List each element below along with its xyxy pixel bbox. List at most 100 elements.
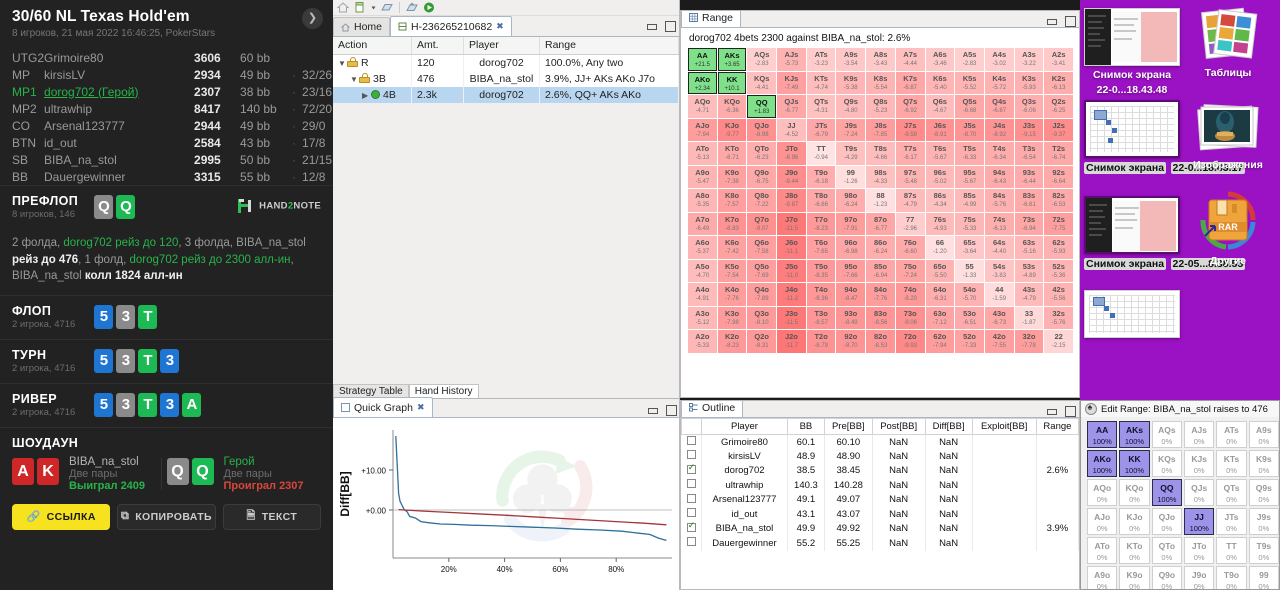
range-cell[interactable]: Q7s -6.92 bbox=[895, 95, 925, 118]
edit-range-cell[interactable]: AJs 0% bbox=[1184, 421, 1215, 448]
range-cell[interactable]: 64s -4.40 bbox=[984, 236, 1014, 259]
expand-toggle-icon[interactable]: ▼ bbox=[350, 75, 359, 84]
close-icon[interactable]: ✖ bbox=[417, 402, 425, 413]
range-cell[interactable]: 75s -5.33 bbox=[955, 212, 984, 235]
range-cell[interactable]: 85s -4.99 bbox=[955, 189, 984, 212]
table-row[interactable]: Arsenal123777 49.1 49.07 NaN NaN bbox=[681, 492, 1079, 507]
range-cell[interactable]: J9s -7.24 bbox=[836, 118, 866, 141]
edit-range-cell[interactable]: K9s 0% bbox=[1248, 450, 1279, 477]
table-row[interactable]: Dauergewinner 55.2 55.25 NaN NaN bbox=[681, 536, 1079, 551]
range-cell[interactable]: AKs +3.65 bbox=[717, 48, 747, 71]
row-checkbox[interactable] bbox=[686, 537, 696, 547]
range-cell[interactable]: J7s -9.59 bbox=[895, 118, 925, 141]
range-cell[interactable]: 73s -6.94 bbox=[1014, 212, 1044, 235]
range-cell[interactable]: T3o -8.57 bbox=[806, 306, 836, 329]
range-cell[interactable]: ATs -3.23 bbox=[806, 48, 836, 71]
range-cell[interactable]: A9s -3.54 bbox=[836, 48, 866, 71]
edit-range-cell[interactable]: A9s 0% bbox=[1248, 421, 1279, 448]
desktop-item-folder-images[interactable]: Изображения bbox=[1180, 100, 1276, 171]
export-icon[interactable] bbox=[405, 1, 419, 14]
row-checkbox-cell[interactable] bbox=[681, 478, 702, 493]
range-cell[interactable]: 85o -6.94 bbox=[866, 259, 895, 282]
range-cell[interactable]: T3s -6.54 bbox=[1014, 142, 1044, 165]
edit-range-cell[interactable]: A9o 0% bbox=[1087, 566, 1118, 589]
column-header[interactable]: Action bbox=[333, 37, 412, 55]
range-cell[interactable]: Q9s -4.80 bbox=[836, 95, 866, 118]
replayer-button-2[interactable]: ⧉ КОПИРОВАТЬ bbox=[117, 503, 216, 530]
range-cell[interactable]: A8s -3.43 bbox=[866, 48, 895, 71]
range-cell[interactable]: QTs -4.31 bbox=[806, 95, 836, 118]
range-cell[interactable]: KTs -4.74 bbox=[806, 71, 836, 94]
range-cell[interactable]: Q3s -6.06 bbox=[1014, 95, 1044, 118]
tab-hand-history[interactable]: H-236265210682 ✖ bbox=[390, 16, 512, 36]
range-cell[interactable]: KJs -7.49 bbox=[777, 71, 806, 94]
range-cell[interactable]: A5s -2.83 bbox=[955, 48, 984, 71]
row-checkbox-cell[interactable] bbox=[681, 492, 702, 507]
range-cell[interactable]: J6o -11.1 bbox=[777, 236, 806, 259]
edit-range-cell[interactable]: KJs 0% bbox=[1184, 450, 1215, 477]
tab-range[interactable]: Range bbox=[681, 11, 741, 27]
range-cell[interactable]: 87o -6.77 bbox=[866, 212, 895, 235]
range-cell[interactable]: T9s -4.29 bbox=[836, 142, 866, 165]
table-row[interactable]: dorog70238.538.45NaNNaN2.6% bbox=[681, 462, 1079, 478]
maximize-icon[interactable] bbox=[1064, 405, 1076, 417]
row-checkbox-cell[interactable] bbox=[681, 462, 702, 478]
range-cell[interactable]: TT -0.94 bbox=[806, 142, 836, 165]
edit-range-cell[interactable]: QJo 0% bbox=[1151, 508, 1182, 535]
column-header[interactable]: Exploit[BB] bbox=[971, 418, 1037, 435]
range-cell[interactable]: JJ -4.52 bbox=[777, 118, 806, 141]
range-cell[interactable]: T5o -8.35 bbox=[806, 259, 836, 282]
range-cell[interactable]: 72s -7.75 bbox=[1044, 212, 1073, 235]
range-cell[interactable]: 76o -6.60 bbox=[895, 236, 925, 259]
range-cell[interactable]: T6s -5.67 bbox=[925, 142, 955, 165]
edit-range-cell[interactable]: KK 100% bbox=[1119, 450, 1150, 477]
range-cell[interactable]: AA +21.5 bbox=[688, 48, 717, 71]
range-cell[interactable]: 77 -2.96 bbox=[895, 212, 925, 235]
column-header[interactable]: Player bbox=[701, 418, 788, 435]
range-cell[interactable]: 84o -7.76 bbox=[866, 283, 895, 306]
range-cell[interactable]: 72o -9.93 bbox=[895, 330, 925, 353]
edit-range-cell[interactable]: KQo 0% bbox=[1119, 479, 1150, 506]
column-header[interactable]: Pre[BB] bbox=[823, 418, 873, 435]
range-cell[interactable]: A2s -3.41 bbox=[1044, 48, 1073, 71]
table-row[interactable]: ultrawhip 140.3 140.28 NaN NaN bbox=[681, 478, 1079, 493]
range-cell[interactable]: K4s -5.72 bbox=[984, 71, 1014, 94]
range-cell[interactable]: K3s -5.93 bbox=[1014, 71, 1044, 94]
range-cell[interactable]: AJo -7.94 bbox=[688, 118, 717, 141]
range-cell[interactable]: 74s -6.13 bbox=[984, 212, 1014, 235]
range-cell[interactable]: 86s -4.34 bbox=[925, 189, 955, 212]
range-cell[interactable]: 88 -1.23 bbox=[866, 189, 895, 212]
range-cell[interactable]: 54s -3.83 bbox=[984, 259, 1014, 282]
edit-range-cell[interactable]: Q9s 0% bbox=[1248, 479, 1279, 506]
edit-range-cell[interactable]: TT 0% bbox=[1216, 537, 1247, 564]
range-cell[interactable]: 43s -4.79 bbox=[1014, 283, 1044, 306]
range-cell[interactable]: J8o -9.87 bbox=[777, 189, 806, 212]
edit-range-cell[interactable]: AJo 0% bbox=[1087, 508, 1118, 535]
close-icon[interactable]: ✖ bbox=[496, 21, 504, 32]
row-checkbox[interactable] bbox=[686, 520, 696, 532]
edit-range-cell[interactable]: Q9o 0% bbox=[1151, 566, 1182, 589]
range-cell[interactable]: T2s -6.74 bbox=[1044, 142, 1073, 165]
range-cell[interactable]: AJs -5.73 bbox=[777, 48, 806, 71]
tree-row[interactable]: ▶ 4B 2.3k dorog702 2.6%, QQ+ AKs AKo bbox=[333, 86, 679, 103]
maximize-icon[interactable] bbox=[665, 404, 677, 416]
minimize-icon[interactable] bbox=[1046, 15, 1057, 26]
column-header[interactable]: Diff[BB] bbox=[924, 418, 973, 435]
range-cell[interactable]: 33 -1.87 bbox=[1014, 306, 1044, 329]
range-cell[interactable]: J2o -11.7 bbox=[777, 330, 806, 353]
range-cell[interactable]: 83s -6.61 bbox=[1014, 189, 1044, 212]
range-cell[interactable]: Q7o -9.07 bbox=[747, 212, 777, 235]
desktop-item-archive-other[interactable]: RAR Другие bbox=[1180, 190, 1276, 267]
range-cell[interactable]: KQs -4.41 bbox=[747, 71, 777, 94]
range-cell[interactable]: T7o -8.23 bbox=[806, 212, 836, 235]
range-cell[interactable]: 44 -1.59 bbox=[984, 283, 1014, 306]
range-cell[interactable]: J3o -11.5 bbox=[777, 306, 806, 329]
edit-range-cell[interactable]: 99 0% bbox=[1248, 566, 1279, 589]
range-cell[interactable]: AKo +2.34 bbox=[688, 71, 717, 94]
range-cell[interactable]: K9o -7.38 bbox=[717, 165, 747, 188]
replayer-button-3[interactable]: 🗎 ТЕКСТ bbox=[222, 503, 321, 530]
range-cell[interactable]: Q8s -5.23 bbox=[866, 95, 895, 118]
range-cell[interactable]: T2o -8.79 bbox=[806, 330, 836, 353]
edit-range-cell[interactable]: T9s 0% bbox=[1248, 537, 1279, 564]
range-cell[interactable]: J6s -8.91 bbox=[925, 118, 955, 141]
